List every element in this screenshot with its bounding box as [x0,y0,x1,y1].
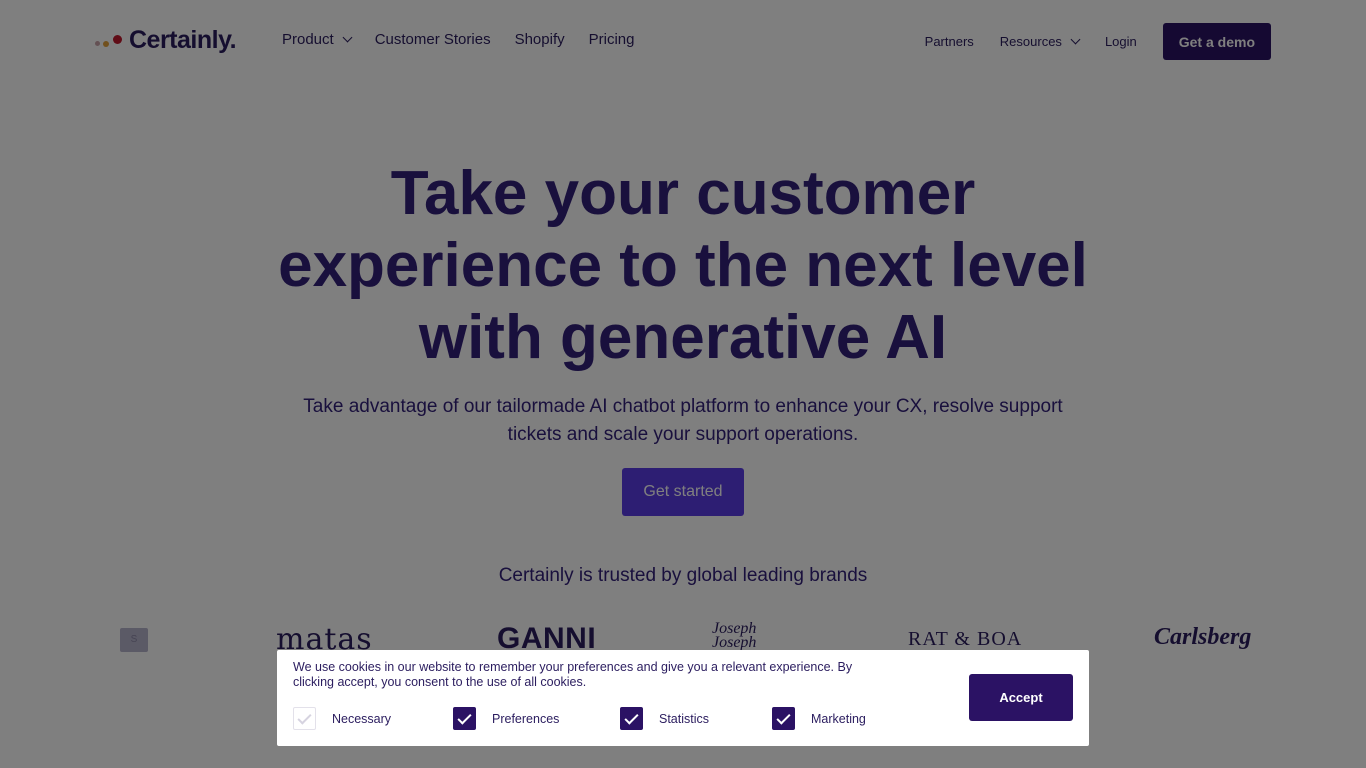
cookie-message: We use cookies in our website to remembe… [293,660,853,689]
cookie-banner: We use cookies in our website to remembe… [277,650,1089,746]
necessary-checkbox [293,707,316,730]
cookie-option-statistics[interactable]: Statistics [620,707,709,730]
accept-cookies-button[interactable]: Accept [969,674,1073,721]
preferences-checkbox[interactable] [453,707,476,730]
cookie-option-necessary: Necessary [293,707,391,730]
statistics-label: Statistics [659,711,710,726]
necessary-label: Necessary [332,711,392,726]
cookie-options: Necessary Preferences Statistics Marketi… [293,707,893,731]
cookie-option-marketing[interactable]: Marketing [772,707,866,730]
marketing-label: Marketing [811,711,866,726]
statistics-checkbox[interactable] [620,707,643,730]
marketing-checkbox[interactable] [772,707,795,730]
preferences-label: Preferences [492,711,560,726]
cookie-option-preferences[interactable]: Preferences [453,707,559,730]
